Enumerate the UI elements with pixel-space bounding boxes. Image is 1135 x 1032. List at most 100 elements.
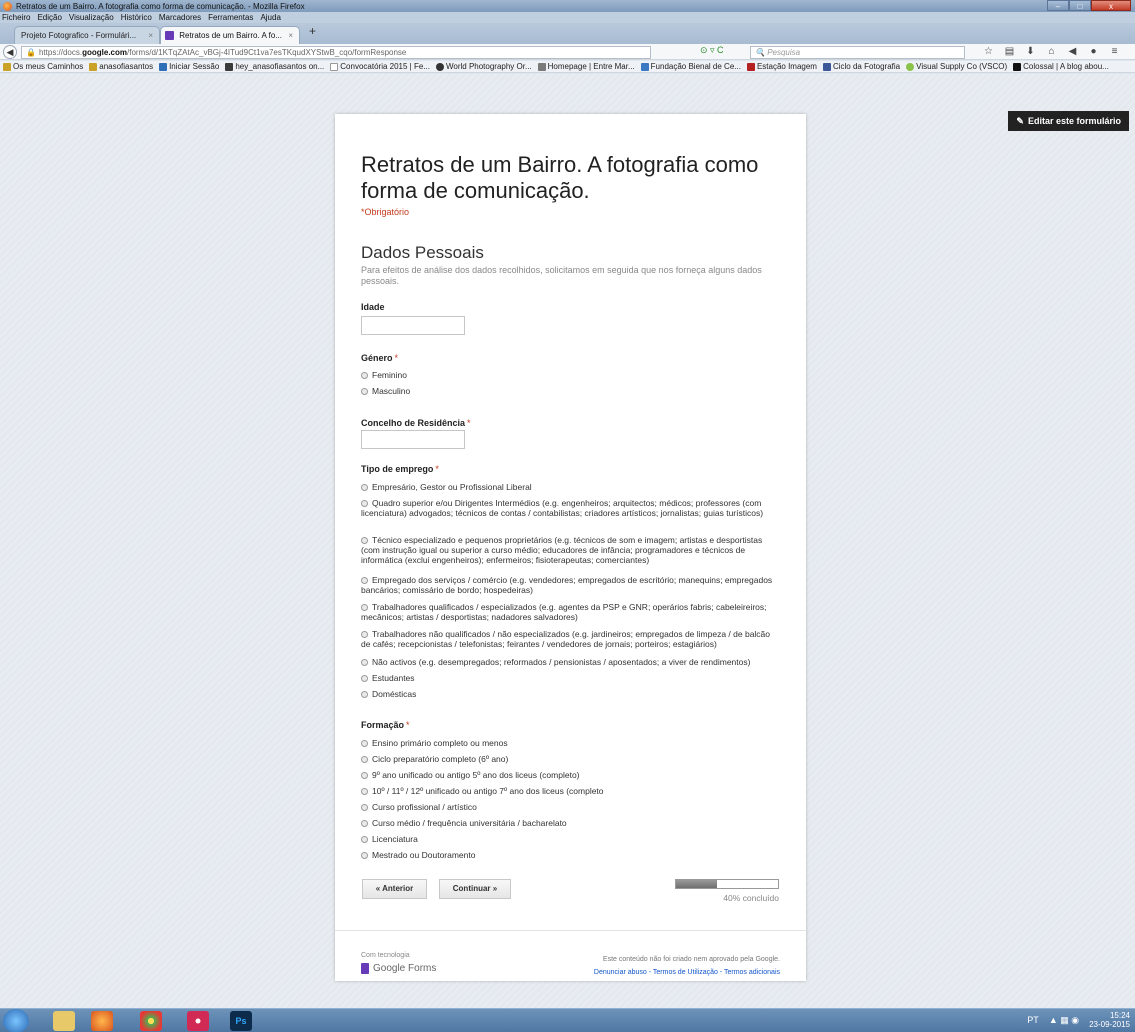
back-arrow-icon[interactable]: ◀ bbox=[3, 45, 17, 59]
radio-button[interactable] bbox=[361, 537, 368, 544]
option-label: Mestrado ou Doutoramento bbox=[372, 850, 476, 860]
radio-option[interactable]: Não activos (e.g. desempregados; reforma… bbox=[361, 657, 781, 667]
menu-historico[interactable]: Histórico bbox=[121, 12, 152, 23]
bookmark-item[interactable]: Os meus Caminhos bbox=[3, 61, 83, 72]
menu-ficheiro[interactable]: Ficheiro bbox=[2, 12, 30, 23]
option-label: Feminino bbox=[372, 370, 407, 380]
radio-button[interactable] bbox=[361, 577, 368, 584]
radio-option[interactable]: Curso médio / frequência universitária /… bbox=[361, 818, 781, 828]
concelho-input[interactable] bbox=[361, 430, 465, 449]
search-input[interactable]: 🔍 Pesquisa bbox=[750, 46, 965, 59]
radio-option[interactable]: Estudantes bbox=[361, 673, 781, 683]
radio-button[interactable] bbox=[361, 691, 368, 698]
clock[interactable]: 15:24 23-09-2015 bbox=[1089, 1011, 1130, 1029]
photoshop-icon[interactable]: Ps bbox=[230, 1011, 252, 1031]
previous-button[interactable]: « Anterior bbox=[362, 879, 427, 899]
bookmark-label: Convocatória 2015 | Fe... bbox=[340, 61, 430, 71]
radio-option[interactable]: Curso profissional / artístico bbox=[361, 802, 781, 812]
tab-close-icon[interactable]: × bbox=[288, 27, 293, 44]
reading-list-icon[interactable]: ▤ bbox=[999, 44, 1020, 60]
tray-network-icon[interactable]: ▲ ▦ ◉ bbox=[1049, 1015, 1079, 1025]
menu-edicao[interactable]: Edição bbox=[37, 12, 61, 23]
radio-button[interactable] bbox=[361, 788, 368, 795]
radio-button[interactable] bbox=[361, 659, 368, 666]
radio-button[interactable] bbox=[361, 740, 368, 747]
radio-button[interactable] bbox=[361, 836, 368, 843]
radio-option[interactable]: Feminino bbox=[361, 370, 781, 380]
bookmark-item[interactable]: World Photography Or... bbox=[435, 61, 532, 72]
bookmark-item[interactable]: Fundação Bienal de Ce... bbox=[640, 61, 741, 72]
bookmark-item[interactable]: Iniciar Sessão bbox=[159, 61, 219, 72]
radio-option[interactable]: Trabalhadores qualificados / especializa… bbox=[361, 602, 781, 622]
edit-form-button[interactable]: ✎ Editar este formulário bbox=[1008, 111, 1129, 131]
menu-visualizacao[interactable]: Visualização bbox=[69, 12, 114, 23]
radio-button[interactable] bbox=[361, 772, 368, 779]
tab-projeto-fotografico[interactable]: Projeto Fotografico - Formulári... × bbox=[14, 26, 160, 44]
close-window-button[interactable]: x bbox=[1091, 0, 1131, 11]
footer-divider bbox=[335, 930, 806, 931]
radio-option[interactable]: Ensino primário completo ou menos bbox=[361, 738, 781, 748]
radio-button[interactable] bbox=[361, 675, 368, 682]
bookmark-item[interactable]: Colossal | A blog abou... bbox=[1013, 61, 1109, 72]
radio-option[interactable]: Mestrado ou Doutoramento bbox=[361, 850, 781, 860]
file-explorer-icon[interactable] bbox=[53, 1011, 75, 1031]
bookmark-item[interactable]: Homepage | Entre Mar... bbox=[537, 61, 635, 72]
bookmark-item[interactable]: Estação Imagem bbox=[746, 61, 817, 72]
download-icon[interactable]: ⬇ bbox=[1020, 44, 1041, 60]
radio-option[interactable]: Masculino bbox=[361, 386, 781, 396]
radio-option[interactable]: Licenciatura bbox=[361, 834, 781, 844]
continue-button[interactable]: Continuar » bbox=[439, 879, 511, 899]
radio-button[interactable] bbox=[361, 756, 368, 763]
radio-option[interactable]: Empresário, Gestor ou Profissional Liber… bbox=[361, 482, 781, 492]
radio-button[interactable] bbox=[361, 631, 368, 638]
chat-icon[interactable]: ● bbox=[1083, 44, 1104, 60]
radio-button[interactable] bbox=[361, 604, 368, 611]
radio-option[interactable]: Empregado dos serviços / comércio (e.g. … bbox=[361, 575, 781, 595]
menu-marcadores[interactable]: Marcadores bbox=[159, 12, 201, 23]
send-icon[interactable]: ◀ bbox=[1062, 44, 1083, 60]
idade-input[interactable] bbox=[361, 316, 465, 335]
radio-option[interactable]: Técnico especializado e pequenos proprie… bbox=[361, 535, 781, 565]
bookmark-item[interactable]: Visual Supply Co (VSCO) bbox=[906, 61, 1007, 72]
radio-option[interactable]: Quadro superior e/ou Dirigentes Interméd… bbox=[361, 498, 781, 518]
hamburger-menu-icon[interactable]: ≡ bbox=[1104, 44, 1125, 60]
firefox-icon[interactable] bbox=[91, 1011, 113, 1031]
bookmark-star-icon[interactable]: ☆ bbox=[978, 44, 999, 60]
tab-retratos-bairro[interactable]: Retratos de um Bairro. A fo... × bbox=[160, 26, 300, 44]
radio-button[interactable] bbox=[361, 500, 368, 507]
chrome-icon[interactable] bbox=[140, 1011, 162, 1031]
url-bar[interactable]: 🔒 https://docs.google.com/forms/d/1KTqZAt… bbox=[21, 46, 651, 59]
windows-start-button[interactable] bbox=[3, 1009, 29, 1032]
radio-button[interactable] bbox=[361, 804, 368, 811]
radio-option[interactable]: 9º ano unificado ou antigo 5º ano dos li… bbox=[361, 770, 781, 780]
reload-icon[interactable]: ⊙ ▿ C bbox=[700, 45, 724, 56]
home-icon[interactable]: ⌂ bbox=[1041, 44, 1062, 60]
minimize-button[interactable]: – bbox=[1047, 0, 1069, 11]
radio-button[interactable] bbox=[361, 372, 368, 379]
menu-ajuda[interactable]: Ajuda bbox=[260, 12, 280, 23]
new-tab-button[interactable]: + bbox=[309, 24, 316, 38]
menu-ferramentas[interactable]: Ferramentas bbox=[208, 12, 253, 23]
tray-language[interactable]: PT bbox=[1027, 1015, 1039, 1025]
radio-button[interactable] bbox=[361, 484, 368, 491]
maximize-button[interactable]: □ bbox=[1069, 0, 1091, 11]
lock-icon: 🔒 bbox=[26, 48, 36, 57]
bookmark-label: Homepage | Entre Mar... bbox=[547, 61, 635, 71]
bookmark-item[interactable]: anasofiasantos bbox=[89, 61, 153, 72]
tab-close-icon[interactable]: × bbox=[148, 27, 153, 44]
bookmark-item[interactable]: Convocatória 2015 | Fe... bbox=[330, 61, 430, 72]
radio-button[interactable] bbox=[361, 852, 368, 859]
radio-option[interactable]: Ciclo preparatório completo (6º ano) bbox=[361, 754, 781, 764]
form-title: Retratos de um Bairro. A fotografia como… bbox=[361, 152, 759, 203]
radio-option[interactable]: Trabalhadores não qualificados / não esp… bbox=[361, 629, 781, 649]
bookmark-item[interactable]: hey_anasofiasantos on... bbox=[225, 61, 324, 72]
radio-option[interactable]: Domésticas bbox=[361, 689, 781, 699]
radio-button[interactable] bbox=[361, 388, 368, 395]
radio-button[interactable] bbox=[361, 820, 368, 827]
google-forms-logo[interactable]: Google Forms bbox=[361, 963, 436, 974]
radio-option[interactable]: 10º / 11º / 12º unificado ou antigo 7º a… bbox=[361, 786, 781, 796]
bookmark-item[interactable]: Ciclo da Fotografia bbox=[822, 61, 900, 72]
footer-links[interactable]: Denunciar abuso - Termos de Utilização -… bbox=[594, 969, 780, 976]
option-label: Quadro superior e/ou Dirigentes Interméd… bbox=[361, 498, 764, 518]
itunes-icon[interactable] bbox=[187, 1011, 209, 1031]
